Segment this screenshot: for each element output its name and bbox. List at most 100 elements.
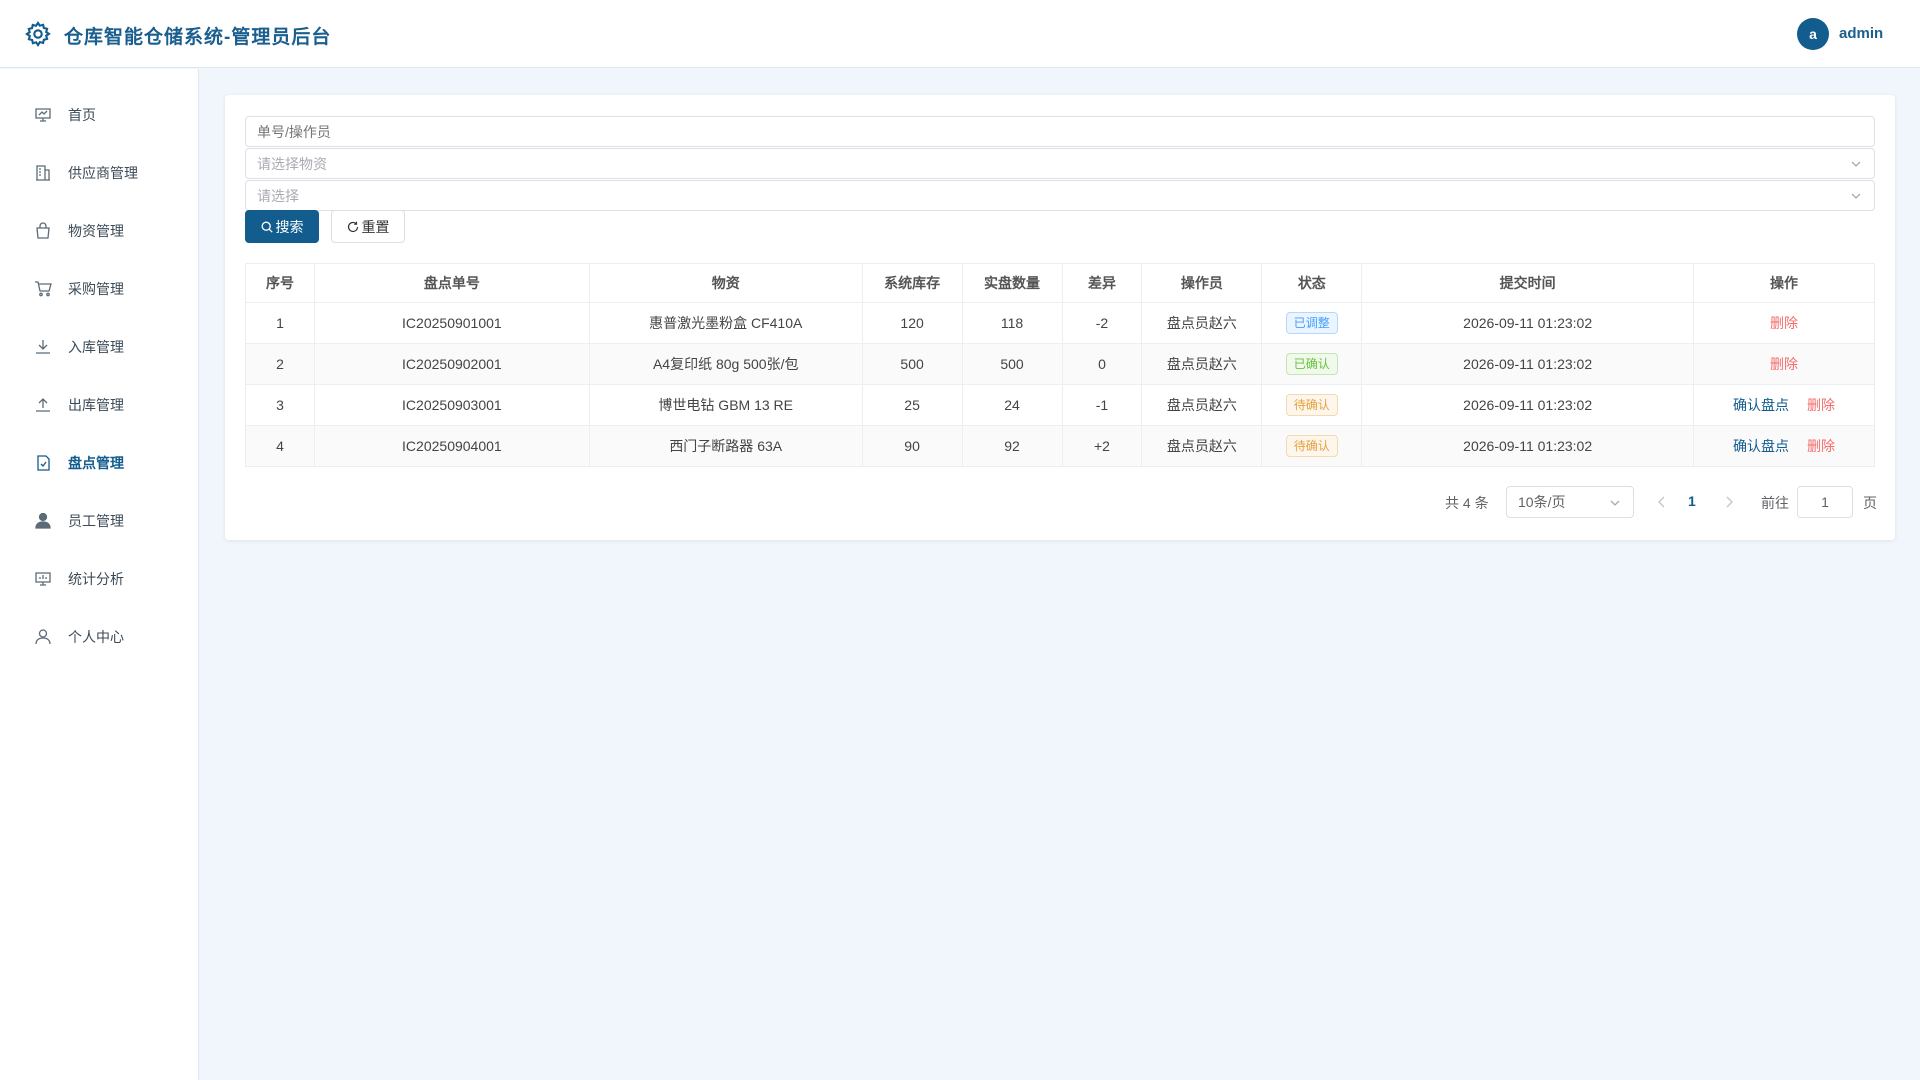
cell-actual-qty: 24: [961, 384, 1063, 426]
avatar[interactable]: a: [1797, 18, 1829, 50]
cell-material: 西门子断路器 63A: [588, 425, 863, 467]
sidebar-item-5[interactable]: 出库管理: [0, 382, 198, 428]
page-size-label: 10条/页: [1518, 494, 1566, 510]
status-select-placeholder: 请选择: [257, 187, 299, 204]
pagination-goto-input[interactable]: [1797, 486, 1853, 518]
confirm-check-link[interactable]: 确认盘点: [1733, 397, 1789, 413]
sidebar-item-8[interactable]: 统计分析: [0, 556, 198, 602]
cell-actual-qty: 118: [961, 302, 1063, 344]
column-header: 状态: [1261, 263, 1363, 303]
main-card: 请选择物资 请选择 搜索 重置 序号盘点单号物资系统库存实盘数量差异操作员状态提…: [225, 95, 1895, 540]
cell-status: 已调整: [1261, 302, 1363, 344]
checklist-icon: [37, 455, 50, 471]
user-solid-icon: [35, 512, 51, 529]
status-badge: 待确认: [1285, 394, 1338, 416]
search-button[interactable]: 搜索: [245, 210, 319, 243]
cell-actual-qty: 92: [961, 425, 1063, 467]
material-select-placeholder: 请选择物资: [257, 155, 327, 172]
cell-check-no: IC20250904001: [313, 425, 590, 467]
chevron-down-icon: [1610, 500, 1620, 506]
pagination-page-1[interactable]: 1: [1688, 493, 1696, 509]
column-header: 提交时间: [1361, 263, 1695, 303]
cell-system-stock: 500: [861, 343, 963, 385]
cart-icon: [35, 281, 52, 297]
search-icon: [261, 221, 273, 233]
cell-actions: 确认盘点 删除: [1693, 384, 1875, 426]
cell-check-no: IC20250902001: [313, 343, 590, 385]
cell-status: 待确认: [1261, 425, 1363, 467]
cell-submit-time: 2026-09-11 01:23:02: [1361, 425, 1695, 467]
sidebar-item-2[interactable]: 物资管理: [0, 208, 198, 254]
cell-difference: -1: [1061, 384, 1143, 426]
cell-operator: 盘点员赵六: [1141, 425, 1263, 467]
keyword-search-field[interactable]: [245, 116, 1875, 147]
cell-system-stock: 90: [861, 425, 963, 467]
cell-actions: 删除: [1693, 343, 1875, 385]
sidebar-item-label: 入库管理: [68, 339, 124, 355]
sidebar-item-1[interactable]: 供应商管理: [0, 150, 198, 196]
chart-icon: [35, 572, 51, 586]
cell-actions: 删除: [1693, 302, 1875, 344]
sidebar-item-7[interactable]: 员工管理: [0, 498, 198, 544]
sidebar-item-label: 统计分析: [68, 571, 124, 587]
sidebar-item-6[interactable]: 盘点管理: [0, 440, 198, 486]
cell-material: 博世电钻 GBM 13 RE: [588, 384, 863, 426]
column-header: 操作: [1693, 263, 1875, 303]
keyword-input[interactable]: [246, 123, 1874, 140]
table-row: 3 IC20250903001 博世电钻 GBM 13 RE 25 24 -1 盘点员赵六待…: [245, 384, 1875, 426]
chevron-right-icon[interactable]: [1724, 495, 1734, 509]
cell-difference: -2: [1061, 302, 1143, 344]
delete-link[interactable]: 删除: [1770, 356, 1798, 372]
cell-difference: +2: [1061, 425, 1143, 467]
cell-index: 3: [245, 384, 315, 426]
cell-check-no: IC20250903001: [313, 384, 590, 426]
cell-material: A4复印纸 80g 500张/包: [588, 343, 863, 385]
cell-check-no: IC20250901001: [313, 302, 590, 344]
cell-submit-time: 2026-09-11 01:23:02: [1361, 302, 1695, 344]
sidebar-item-label: 出库管理: [68, 397, 124, 413]
pagination-total: 共 4 条: [1445, 495, 1489, 511]
delete-link[interactable]: 删除: [1770, 315, 1798, 331]
building-icon: [36, 165, 50, 181]
inventory-check-table: 序号 盘点单号 物资 系统库存 实盘数量 差异 操作员 状态 提交时间 操作 1 IC2025090…: [245, 263, 1875, 467]
sidebar-item-9[interactable]: 个人中心: [0, 614, 198, 660]
user-outline-icon: [35, 629, 51, 645]
pagination-goto-label: 前往: [1761, 495, 1789, 511]
cell-submit-time: 2026-09-11 01:23:02: [1361, 343, 1695, 385]
chevron-left-icon[interactable]: [1657, 495, 1667, 509]
sidebar-item-3[interactable]: 采购管理: [0, 266, 198, 312]
delete-link[interactable]: 删除: [1807, 397, 1835, 413]
material-select[interactable]: 请选择物资: [245, 148, 1875, 179]
cell-status: 待确认: [1261, 384, 1363, 426]
status-badge: 已确认: [1285, 353, 1338, 375]
sidebar-item-label: 供应商管理: [68, 165, 138, 181]
sidebar-item-4[interactable]: 入库管理: [0, 324, 198, 370]
column-header: 物资: [588, 263, 863, 303]
cell-actions: 确认盘点 删除: [1693, 425, 1875, 467]
refresh-icon: [347, 221, 358, 232]
reset-button[interactable]: 重置: [331, 210, 405, 243]
sidebar: 首页供应商管理物资管理采购管理入库管理出库管理盘点管理员工管理统计分析个人中心: [0, 69, 199, 1080]
confirm-check-link[interactable]: 确认盘点: [1733, 438, 1789, 454]
sidebar-item-label: 首页: [68, 107, 96, 123]
download-icon: [36, 340, 50, 354]
cell-operator: 盘点员赵六: [1141, 343, 1263, 385]
cell-operator: 盘点员赵六: [1141, 302, 1263, 344]
pagination-page-unit: 页: [1863, 495, 1877, 511]
cell-status: 已确认: [1261, 343, 1363, 385]
column-header: 系统库存: [861, 263, 963, 303]
sidebar-item-label: 员工管理: [68, 513, 124, 529]
column-header: 实盘数量: [961, 263, 1063, 303]
search-button-label: 搜索: [275, 218, 304, 235]
bag-icon: [36, 222, 50, 239]
page-size-select[interactable]: 10条/页: [1506, 486, 1634, 518]
username-label[interactable]: admin: [1839, 25, 1883, 42]
upload-icon: [36, 398, 50, 412]
sidebar-item-label: 盘点管理: [68, 455, 124, 471]
table-header-row: 序号 盘点单号 物资 系统库存 实盘数量 差异 操作员 状态 提交时间 操作: [245, 263, 1875, 303]
cell-operator: 盘点员赵六: [1141, 384, 1263, 426]
dashboard-icon: [35, 108, 51, 122]
status-select[interactable]: 请选择: [245, 180, 1875, 211]
delete-link[interactable]: 删除: [1807, 438, 1835, 454]
sidebar-item-0[interactable]: 首页: [0, 92, 198, 138]
